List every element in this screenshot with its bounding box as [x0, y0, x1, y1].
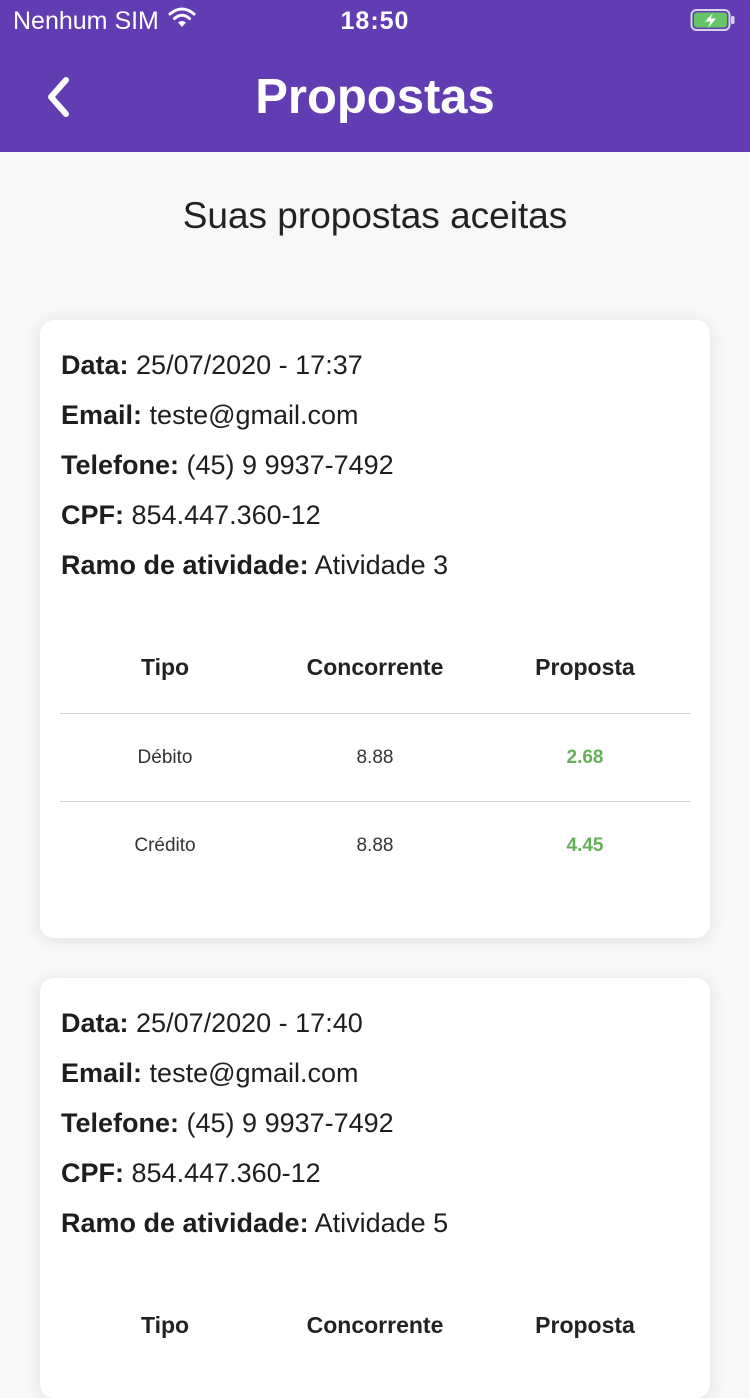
cell-proposta: 4.45: [566, 835, 604, 856]
cpf-label: CPF:: [61, 1158, 124, 1188]
table-divider: [60, 801, 690, 802]
column-header-proposta: Proposta: [535, 654, 635, 680]
phone-label: Telefone:: [61, 1108, 180, 1138]
top-bar: Nenhum SIM 18:50 Propostas: [0, 0, 750, 152]
cell-concorrente: 8.88: [356, 835, 394, 856]
cpf-value: 854.447.360-12: [131, 500, 321, 530]
cpf-label: CPF:: [61, 500, 124, 530]
date-value: 25/07/2020 - 17:40: [136, 1008, 363, 1038]
activity-label: Ramo de atividade:: [61, 1208, 309, 1238]
phone-value: (45) 9 9937-7492: [186, 1108, 394, 1138]
email-value: teste@gmail.com: [149, 400, 359, 430]
activity-row: Ramo de atividade: Atividade 5: [61, 1206, 448, 1240]
column-header-tipo: Tipo: [140, 1312, 190, 1338]
activity-value: Atividade 5: [314, 1208, 449, 1238]
phone-row: Telefone: (45) 9 9937-7492: [61, 1106, 394, 1140]
column-header-concorrente: Concorrente: [306, 1312, 444, 1338]
section-title: Suas propostas aceitas: [182, 195, 568, 236]
column-header-proposta: Proposta: [535, 1312, 635, 1338]
cell-proposta: 2.68: [566, 747, 604, 768]
proposal-card: Data: 25/07/2020 - 17:37 Email: teste@gm…: [40, 320, 710, 938]
date-value: 25/07/2020 - 17:37: [136, 350, 363, 380]
battery-charging-icon: [690, 8, 736, 39]
email-row: Email: teste@gmail.com: [61, 398, 359, 432]
activity-label: Ramo de atividade:: [61, 550, 309, 580]
rates-table: Tipo Concorrente Proposta: [60, 1308, 690, 1388]
date-row: Data: 25/07/2020 - 17:40: [61, 1006, 363, 1040]
cell-concorrente: 8.88: [356, 747, 394, 768]
activity-row: Ramo de atividade: Atividade 3: [61, 548, 448, 582]
email-label: Email:: [61, 1058, 143, 1088]
activity-value: Atividade 3: [314, 550, 449, 580]
table-divider: [60, 713, 690, 714]
cell-tipo: Débito: [137, 747, 193, 768]
email-row: Email: teste@gmail.com: [61, 1056, 359, 1090]
cpf-row: CPF: 854.447.360-12: [61, 1156, 321, 1190]
cpf-row: CPF: 854.447.360-12: [61, 498, 321, 532]
phone-value: (45) 9 9937-7492: [186, 450, 394, 480]
date-label: Data:: [61, 1008, 129, 1038]
rates-table: Tipo Concorrente Proposta Débito 8.88 2.…: [60, 650, 690, 890]
phone-label: Telefone:: [61, 450, 180, 480]
proposal-card: Data: 25/07/2020 - 17:40 Email: teste@gm…: [40, 978, 710, 1398]
cell-tipo: Crédito: [134, 835, 196, 856]
column-header-tipo: Tipo: [140, 654, 190, 680]
status-time: 18:50: [340, 7, 410, 35]
page-title: Propostas: [255, 70, 495, 124]
email-label: Email:: [61, 400, 143, 430]
email-value: teste@gmail.com: [149, 1058, 359, 1088]
phone-row: Telefone: (45) 9 9937-7492: [61, 448, 394, 482]
date-row: Data: 25/07/2020 - 17:37: [61, 348, 363, 382]
date-label: Data:: [61, 350, 129, 380]
status-bar: Nenhum SIM 18:50: [0, 0, 750, 42]
column-header-concorrente: Concorrente: [306, 654, 444, 680]
cpf-value: 854.447.360-12: [131, 1158, 321, 1188]
